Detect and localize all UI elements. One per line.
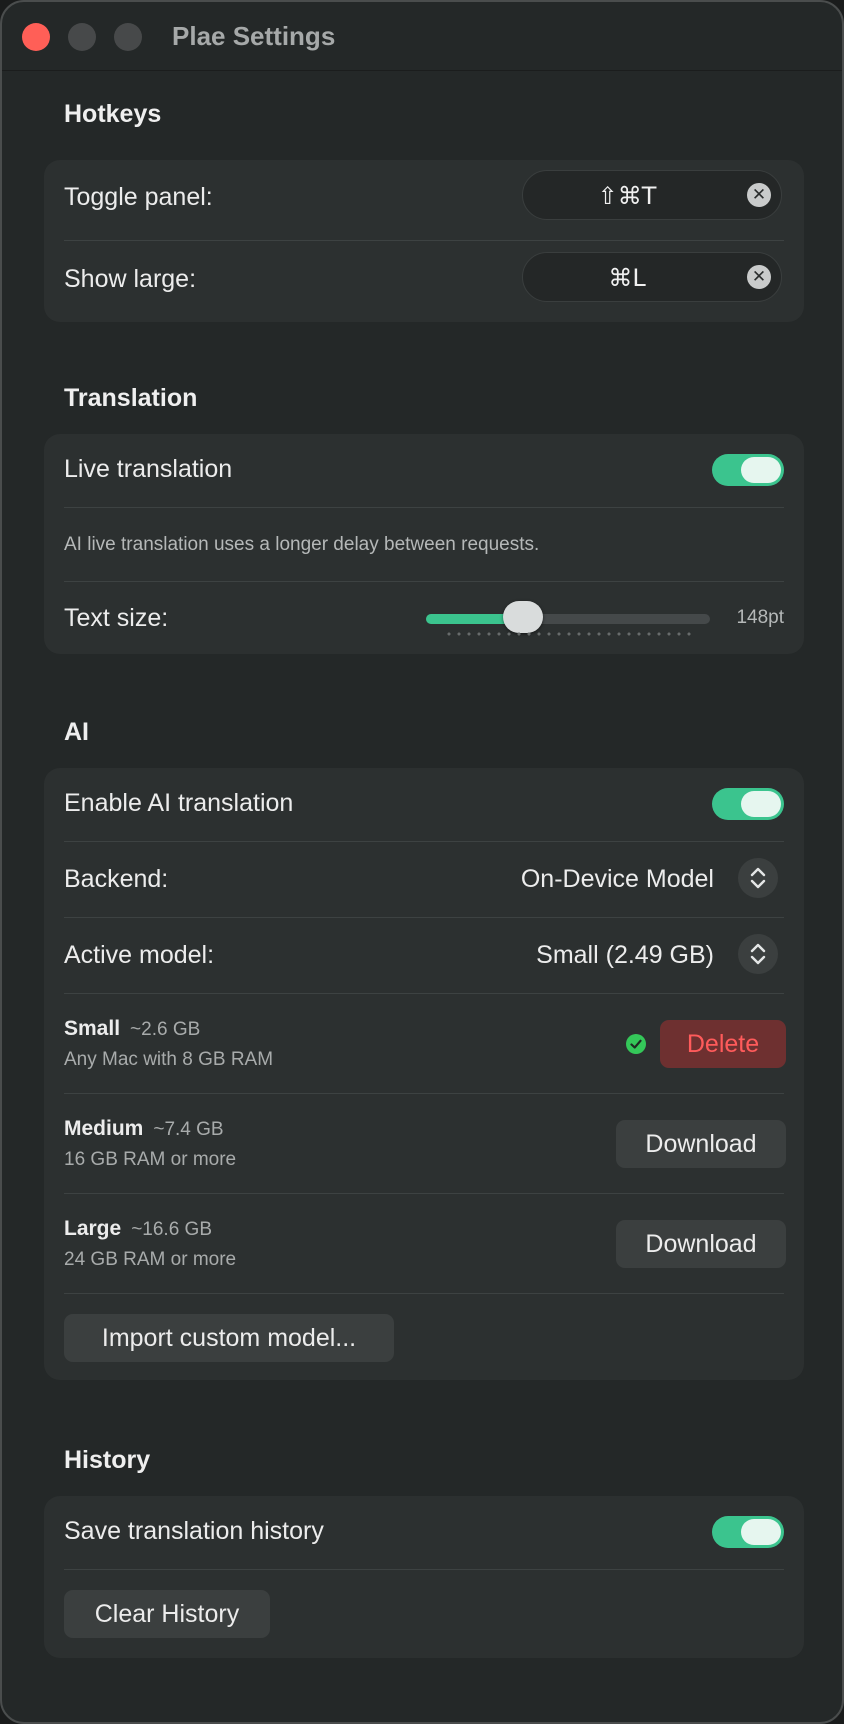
- toggle-panel-label: Toggle panel:: [64, 183, 213, 211]
- model-size: ~7.4 GB: [153, 1119, 224, 1140]
- divider: [64, 240, 784, 241]
- save-history-toggle[interactable]: [712, 1516, 784, 1548]
- close-window-button[interactable]: [22, 23, 50, 51]
- divider: [64, 841, 784, 842]
- section-title-ai: AI: [64, 718, 89, 746]
- active-model-label: Active model:: [64, 941, 215, 969]
- model-medium-requirement: 16 GB RAM or more: [64, 1149, 237, 1170]
- model-size: ~16.6 GB: [131, 1219, 212, 1240]
- divider: [64, 1569, 784, 1570]
- live-translation-note: AI live translation uses a longer delay …: [64, 534, 540, 555]
- download-large-model-button[interactable]: Download: [616, 1220, 786, 1268]
- backend-popup-value[interactable]: On-Device Model: [521, 865, 714, 894]
- download-medium-model-button[interactable]: Download: [616, 1120, 786, 1168]
- show-large-hotkey-field[interactable]: ⌘L ✕: [522, 252, 782, 302]
- slider-tick-marks: [444, 632, 694, 636]
- toggle-knob: [741, 791, 781, 817]
- toggle-knob: [741, 457, 781, 483]
- toggle-knob: [741, 1519, 781, 1545]
- zoom-window-button[interactable]: [114, 23, 142, 51]
- active-model-popup-button[interactable]: [738, 934, 778, 974]
- model-medium-name: Medium ~7.4 GB: [64, 1117, 224, 1141]
- up-down-chevron-icon: [750, 943, 766, 965]
- history-card: Save translation history Clear History: [44, 1496, 804, 1658]
- model-size: ~2.6 GB: [130, 1019, 201, 1040]
- model-name: Large: [64, 1217, 122, 1240]
- active-model-popup-value[interactable]: Small (2.49 GB): [536, 941, 714, 970]
- installed-check-icon: [626, 1034, 646, 1054]
- slider-thumb[interactable]: [502, 601, 543, 633]
- minimize-window-button[interactable]: [68, 23, 96, 51]
- model-small-requirement: Any Mac with 8 GB RAM: [64, 1049, 274, 1070]
- text-size-slider[interactable]: [426, 601, 710, 633]
- translation-card: Live translation AI live translation use…: [44, 434, 804, 654]
- title-bar: Plae Settings: [2, 2, 842, 71]
- import-custom-model-button[interactable]: Import custom model...: [64, 1314, 394, 1362]
- divider: [64, 1193, 784, 1194]
- enable-ai-toggle[interactable]: [712, 788, 784, 820]
- divider: [64, 507, 784, 508]
- text-size-value: 148pt: [736, 607, 784, 628]
- toggle-panel-hotkey-field[interactable]: ⇧⌘T ✕: [522, 170, 782, 220]
- model-large-requirement: 24 GB RAM or more: [64, 1249, 237, 1270]
- settings-window: Plae Settings Hotkeys Toggle panel: ⇧⌘T …: [0, 0, 844, 1724]
- section-title-translation: Translation: [64, 384, 198, 412]
- text-size-label: Text size:: [64, 604, 169, 632]
- enable-ai-label: Enable AI translation: [64, 789, 294, 817]
- clear-history-button[interactable]: Clear History: [64, 1590, 270, 1638]
- live-translation-toggle[interactable]: [712, 454, 784, 486]
- backend-popup-button[interactable]: [738, 858, 778, 898]
- divider: [64, 917, 784, 918]
- divider: [64, 1093, 784, 1094]
- divider: [64, 993, 784, 994]
- model-large-name: Large ~16.6 GB: [64, 1217, 212, 1241]
- section-title-history: History: [64, 1446, 151, 1474]
- divider: [64, 581, 784, 582]
- toggle-panel-shortcut: ⇧⌘T: [597, 182, 657, 210]
- backend-label: Backend:: [64, 865, 169, 893]
- live-translation-label: Live translation: [64, 455, 233, 483]
- window-title: Plae Settings: [172, 21, 336, 51]
- hotkeys-card: Toggle panel: ⇧⌘T ✕ Show large: ⌘L ✕: [44, 160, 804, 322]
- ai-card: Enable AI translation Backend: On-Device…: [44, 768, 804, 1380]
- show-large-label: Show large:: [64, 265, 197, 293]
- model-name: Medium: [64, 1117, 144, 1140]
- clear-toggle-panel-hotkey-icon[interactable]: ✕: [747, 183, 771, 207]
- save-history-label: Save translation history: [64, 1517, 324, 1545]
- model-name: Small: [64, 1017, 121, 1040]
- model-small-name: Small ~2.6 GB: [64, 1017, 200, 1041]
- divider: [64, 1293, 784, 1294]
- clear-show-large-hotkey-icon[interactable]: ✕: [747, 265, 771, 289]
- up-down-chevron-icon: [750, 867, 766, 889]
- delete-small-model-button[interactable]: Delete: [660, 1020, 786, 1068]
- section-title-hotkeys: Hotkeys: [64, 100, 162, 128]
- show-large-shortcut: ⌘L: [608, 264, 646, 292]
